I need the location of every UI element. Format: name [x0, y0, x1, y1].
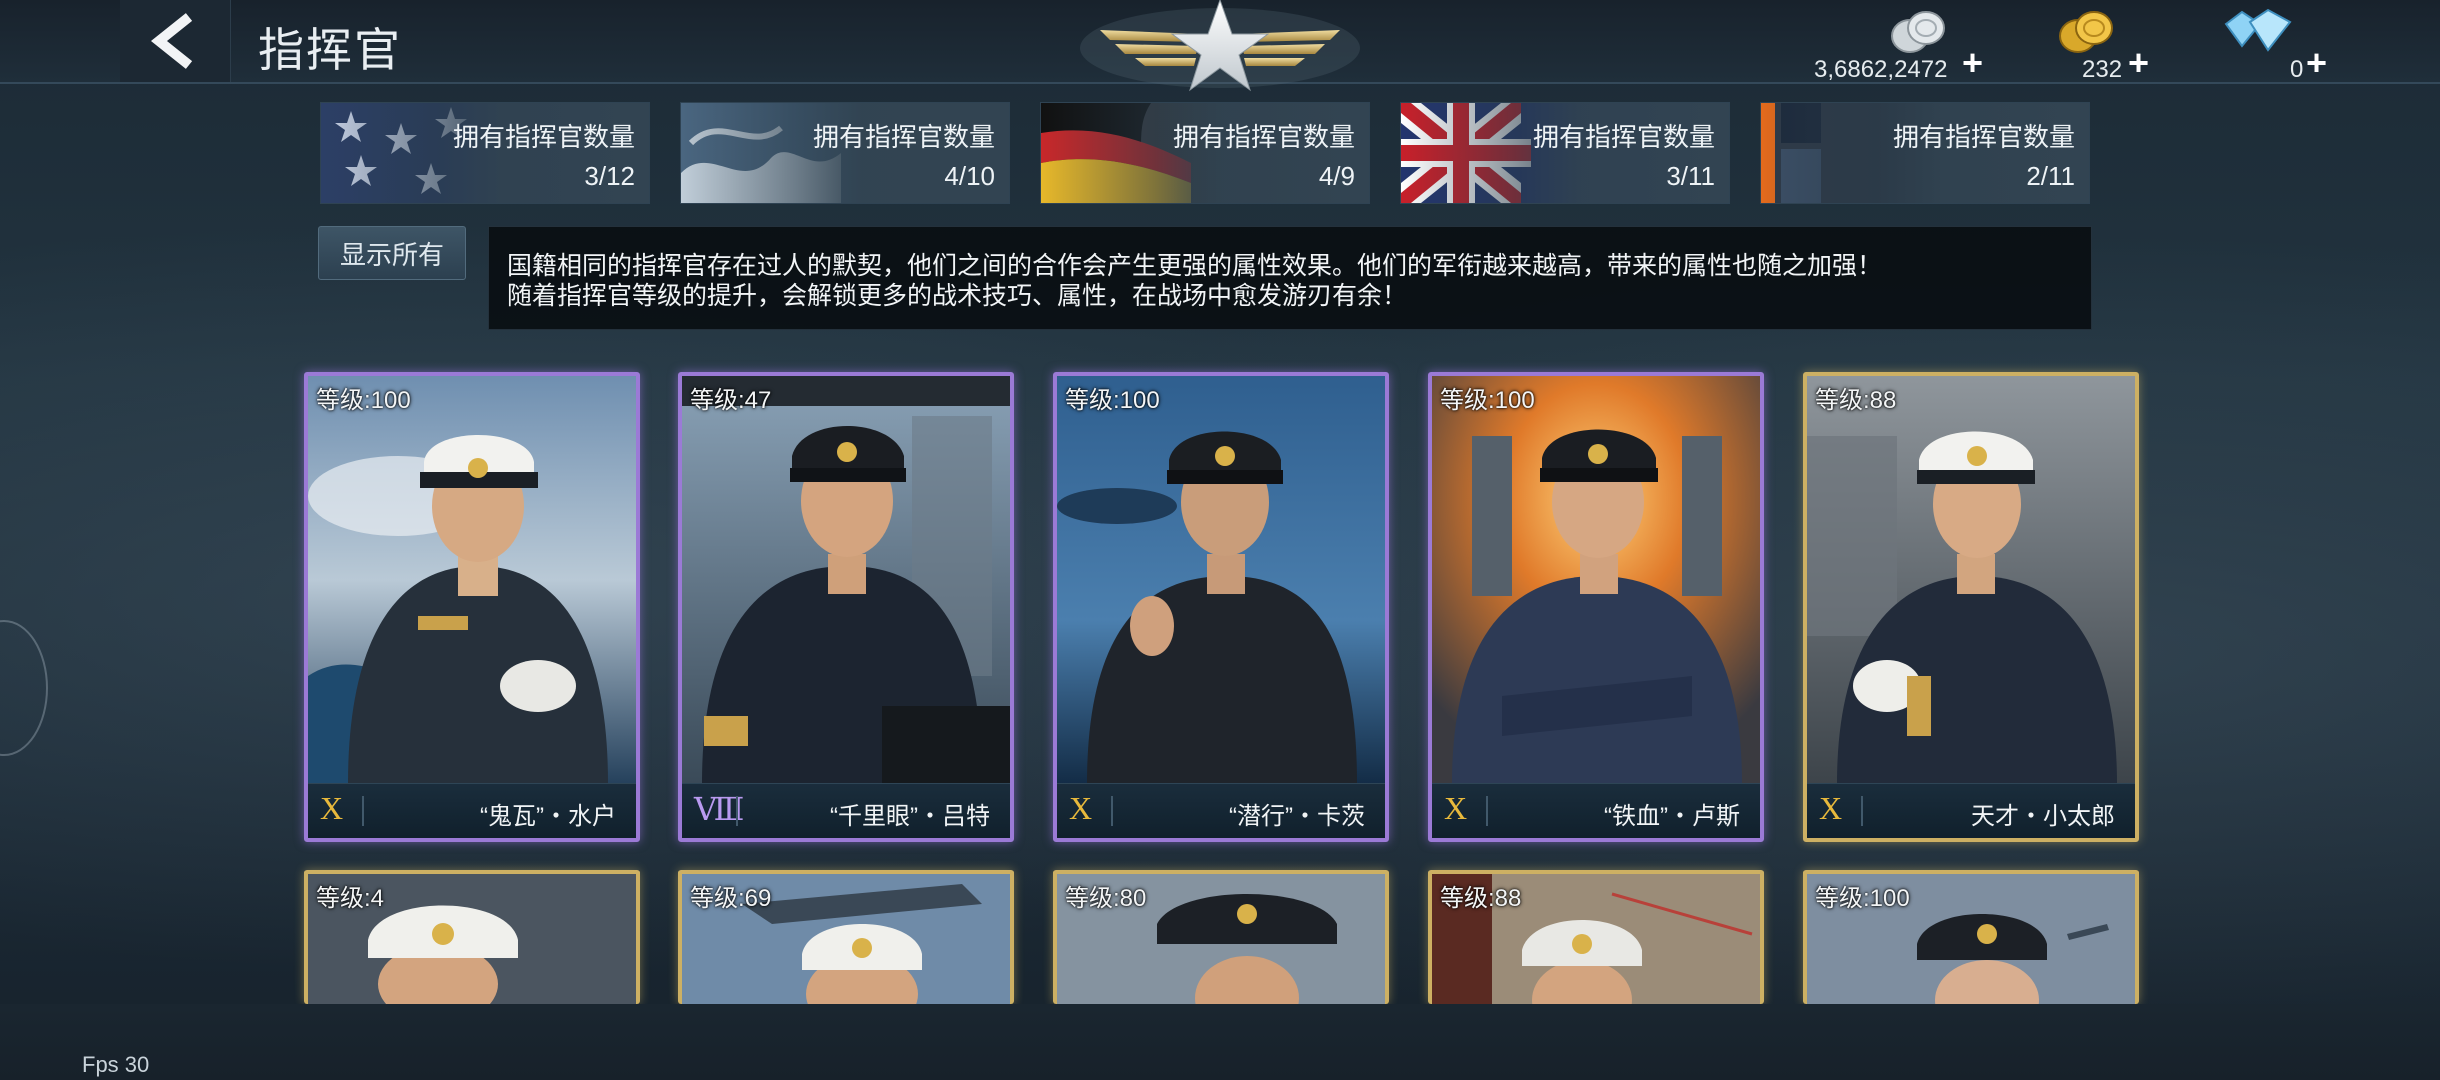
back-button[interactable]: [120, 0, 231, 82]
commander-card[interactable]: 等级:88: [1428, 870, 1764, 1004]
commander-name: “千里眼”・吕特: [830, 803, 990, 830]
commander-card[interactable]: 等级:100 X “铁血”・卢斯: [1428, 372, 1764, 842]
commander-level: 等级:88: [1440, 885, 1522, 912]
commander-name: “铁血”・卢斯: [1604, 803, 1740, 830]
diamond-icon: [2224, 8, 2292, 52]
rank-badge: X: [320, 790, 344, 826]
nation-tile-germany[interactable]: 拥有指挥官数量 4/9: [1040, 102, 1370, 204]
rank-badge: X: [1444, 790, 1468, 826]
silver-value: 3,6862,2472: [1814, 56, 1948, 83]
commander-portrait: [308, 376, 636, 784]
show-all-button[interactable]: 显示所有: [318, 226, 466, 280]
commander-card[interactable]: 等级:4: [304, 870, 640, 1004]
commander-name: 天才・小太郎: [1971, 803, 2115, 830]
gold-coins-icon: [2059, 11, 2113, 53]
commander-card[interactable]: 等级:100 X “潜行”・卡茨: [1053, 372, 1389, 842]
commander-namebar: X 天才・小太郎: [1807, 783, 2135, 838]
commander-namebar: X “铁血”・卢斯: [1432, 783, 1760, 838]
commander-card[interactable]: 等级:80: [1053, 870, 1389, 1004]
description-line: 随着指挥官等级的提升，会解锁更多的战术技巧、属性，在战场中愈发游刃有余！: [507, 282, 1408, 310]
gold-currency: 232 +: [2040, 6, 2160, 84]
nation-count: 4/10: [944, 161, 995, 191]
side-drawer-handle[interactable]: [0, 620, 48, 756]
page-title: 指挥官: [258, 24, 402, 76]
commander-level: 等级:69: [690, 885, 772, 912]
commander-level: 等级:88: [1815, 387, 1897, 414]
diamond-value: 0: [2290, 56, 2304, 83]
commander-card[interactable]: 等级:100 X “鬼瓦”・水户: [304, 372, 640, 842]
description-panel: 国籍相同的指挥官存在过人的默契，他们之间的合作会产生更强的属性效果。他们的军衔越…: [488, 226, 2092, 330]
gold-add-button[interactable]: +: [2128, 42, 2149, 84]
commander-name: “潜行”・卡茨: [1229, 803, 1365, 830]
nation-count: 4/9: [1318, 161, 1355, 191]
nation-tile-japan[interactable]: 拥有指挥官数量 4/10: [680, 102, 1010, 204]
silver-currency: 3,6862,2472 +: [1810, 6, 1990, 84]
nation-tile-other[interactable]: 拥有指挥官数量 2/11: [1760, 102, 2090, 204]
commander-level: 等级:100: [1065, 387, 1160, 414]
commander-name: “鬼瓦”・水户: [480, 803, 616, 830]
rank-badge: X: [1819, 790, 1843, 826]
nation-tile-usa[interactable]: 拥有指挥官数量 3/12: [320, 102, 650, 204]
nation-count: 3/11: [1666, 161, 1715, 191]
commander-portrait: [1807, 376, 2135, 784]
diamond-currency: 0 +: [2210, 6, 2327, 83]
nation-label: 拥有指挥官数量: [452, 122, 635, 152]
commander-card[interactable]: 等级:69: [678, 870, 1014, 1004]
silver-coins-icon: [1891, 11, 1945, 53]
fps-counter: Fps 30: [82, 1052, 150, 1077]
commander-namebar: Ⅷ “千里眼”・吕特: [682, 783, 1010, 838]
nation-label: 拥有指挥官数量: [1532, 122, 1715, 152]
commander-card[interactable]: 等级:88 X 天才・小太郎: [1803, 372, 2139, 842]
commander-level: 等级:80: [1065, 885, 1147, 912]
back-arrow-icon: [150, 13, 193, 69]
nation-label: 拥有指挥官数量: [812, 122, 995, 152]
commander-card[interactable]: 等级:47 Ⅷ “千里眼”・吕特: [678, 372, 1014, 842]
diamond-add-button[interactable]: +: [2306, 42, 2327, 84]
commander-card[interactable]: 等级:100: [1803, 870, 2139, 1004]
commander-level: 等级:4: [316, 885, 385, 912]
nation-label: 拥有指挥官数量: [1172, 122, 1355, 152]
nation-label: 拥有指挥官数量: [1892, 122, 2075, 152]
commander-portrait: [1432, 376, 1760, 784]
commander-level: 等级:100: [316, 387, 411, 414]
bottom-fade: [0, 1004, 2440, 1080]
commander-level: 等级:47: [690, 387, 772, 414]
commander-level: 等级:100: [1815, 885, 1910, 912]
gold-value: 232: [2082, 56, 2123, 83]
nation-count: 2/11: [2026, 161, 2075, 191]
silver-add-button[interactable]: +: [1962, 42, 1983, 84]
star-wings-emblem-icon: [1080, 0, 1360, 92]
commander-portrait: [682, 376, 1010, 784]
commander-namebar: X “鬼瓦”・水户: [308, 783, 636, 838]
rank-badge: X: [1069, 790, 1093, 826]
nation-tile-uk[interactable]: 拥有指挥官数量 3/11: [1400, 102, 1730, 204]
nation-count: 3/12: [584, 161, 635, 191]
commander-level: 等级:100: [1440, 387, 1535, 414]
commander-namebar: X “潜行”・卡茨: [1057, 783, 1385, 838]
commander-portrait: [1057, 376, 1385, 784]
description-line: 国籍相同的指挥官存在过人的默契，他们之间的合作会产生更强的属性效果。他们的军衔越…: [507, 252, 1883, 280]
